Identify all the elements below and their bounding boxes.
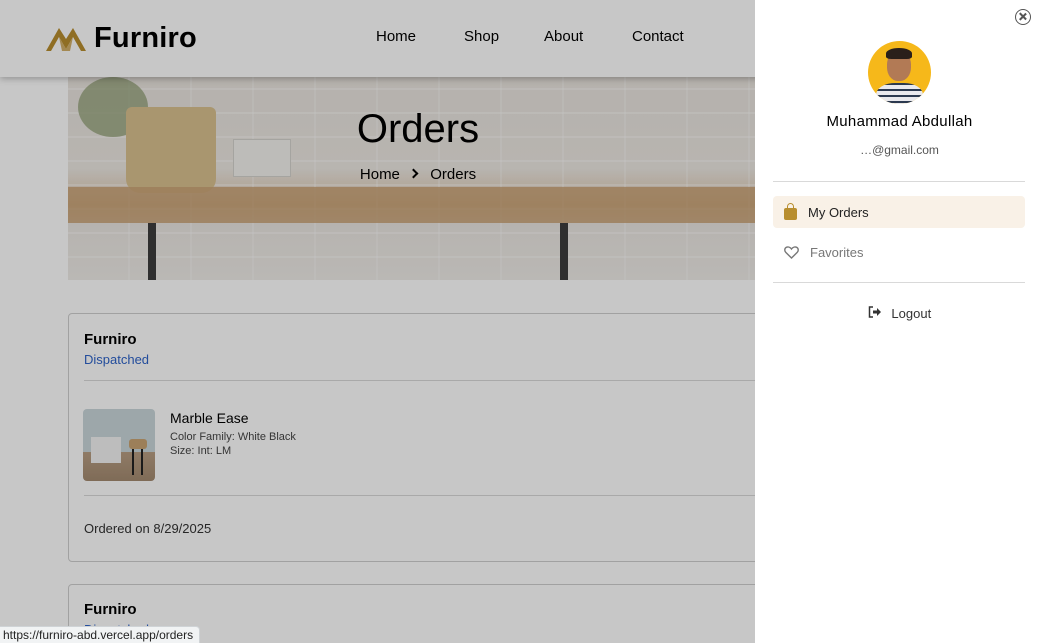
logout-icon: [868, 306, 882, 321]
avatar: [868, 41, 931, 104]
modal-backdrop[interactable]: [0, 0, 755, 643]
user-name: Muhammad Abdullah: [826, 113, 973, 130]
logout-button[interactable]: Logout: [755, 305, 1044, 321]
menu-item-favorites[interactable]: Favorites: [773, 236, 1025, 268]
close-icon[interactable]: [1015, 9, 1031, 25]
divider: [773, 181, 1025, 182]
menu-item-label: My Orders: [808, 204, 869, 220]
user-email: …@gmail.com: [860, 143, 939, 157]
menu-item-label: Favorites: [810, 244, 864, 260]
menu-item-my-orders[interactable]: My Orders: [773, 196, 1025, 228]
logout-label: Logout: [891, 306, 932, 322]
bag-icon: [784, 202, 797, 220]
status-bar-url: https://furniro-abd.vercel.app/orders: [0, 626, 201, 643]
divider: [773, 282, 1025, 283]
heart-icon: [784, 245, 799, 259]
profile-drawer: Muhammad Abdullah …@gmail.com My Orders …: [755, 0, 1044, 643]
